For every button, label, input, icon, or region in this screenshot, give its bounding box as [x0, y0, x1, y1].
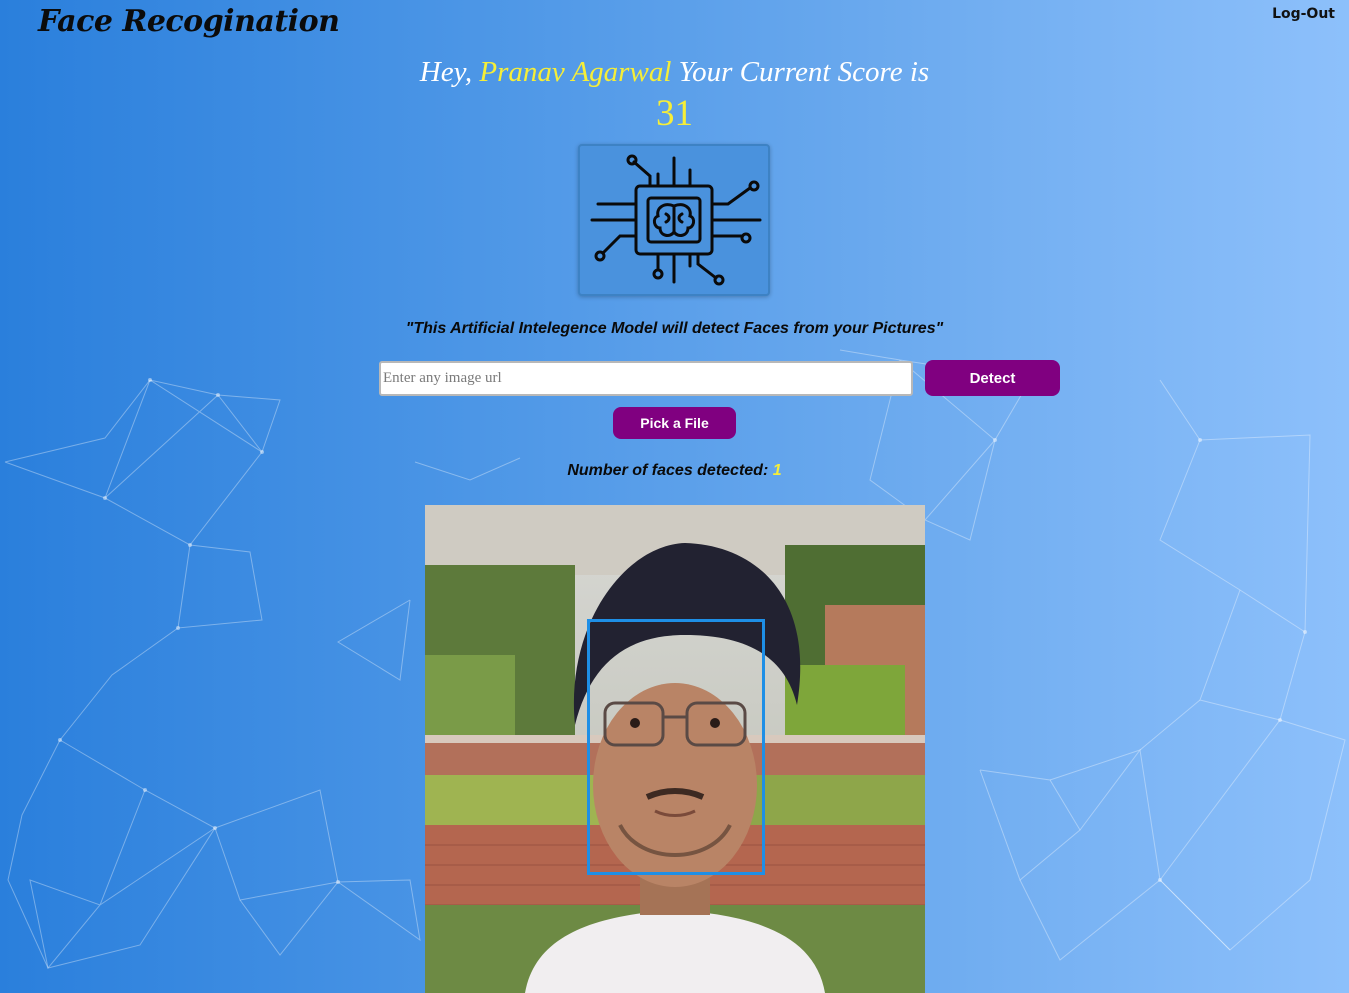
user-name: Pranav Agarwal	[479, 56, 672, 88]
greeting-heading: Hey, Pranav Agarwal Your Current Score i…	[0, 56, 1349, 89]
image-url-input[interactable]	[379, 361, 913, 396]
tagline-text: "This Artificial Intelegence Model will …	[405, 320, 944, 337]
uploaded-photo	[425, 505, 925, 993]
faces-detected-count: 1	[772, 462, 782, 479]
ai-brain-chip-icon	[578, 144, 770, 296]
greeting-prefix: Hey,	[419, 56, 480, 88]
detect-button[interactable]: Detect	[925, 360, 1060, 396]
logout-link[interactable]: Log-Out	[1272, 6, 1335, 22]
greeting-suffix: Your Current Score is	[671, 56, 930, 88]
pick-file-button[interactable]: Pick a File	[613, 407, 736, 439]
app-brand-logo: Face Recogination	[38, 4, 340, 39]
score-value: 31	[656, 93, 693, 134]
face-detection-box	[587, 619, 765, 875]
faces-detected-text: Number of faces detected: 1	[0, 462, 1349, 480]
faces-detected-label: Number of faces detected:	[567, 462, 773, 479]
